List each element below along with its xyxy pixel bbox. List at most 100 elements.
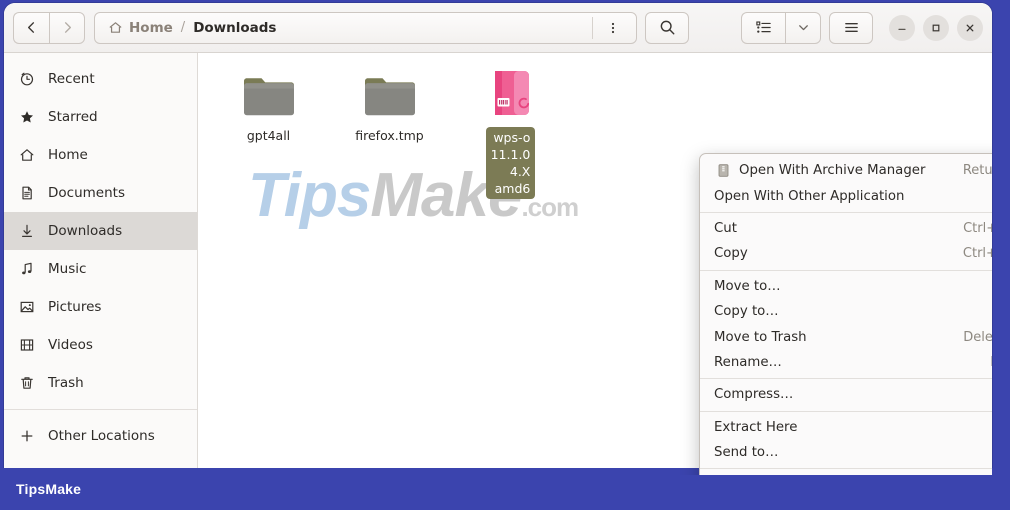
archive-icon bbox=[714, 163, 732, 178]
menu-separator bbox=[700, 269, 992, 271]
menu-separator bbox=[700, 410, 992, 412]
menu-item-send-to[interactable]: Send to… bbox=[700, 440, 992, 465]
sidebar-divider bbox=[4, 409, 197, 410]
maximize-button[interactable] bbox=[923, 14, 949, 41]
chevron-down-icon bbox=[798, 25, 808, 31]
file-item-selected[interactable]: wps-o 11.1.0 4.X amd6 bbox=[450, 61, 571, 199]
menu-item-compress[interactable]: Compress… bbox=[700, 382, 992, 407]
menu-item-copy[interactable]: Copy Ctrl+C bbox=[700, 241, 992, 266]
menu-item-label: Copy to… bbox=[714, 304, 779, 320]
sidebar-item-pictures[interactable]: Pictures bbox=[4, 288, 197, 326]
menu-item-rename[interactable]: Rename… F2 bbox=[700, 350, 992, 375]
sidebar-item-downloads[interactable]: Downloads bbox=[4, 212, 197, 250]
hamburger-menu-icon bbox=[844, 23, 858, 32]
minimize-icon bbox=[898, 28, 906, 30]
menu-item-copy-to[interactable]: Copy to… bbox=[700, 299, 992, 324]
file-item[interactable]: firefox.tmp bbox=[329, 61, 450, 199]
breadcrumb-current-label: Downloads bbox=[193, 19, 277, 36]
chevron-right-icon bbox=[64, 22, 71, 33]
menu-item-open-with-other-application[interactable]: Open With Other Application bbox=[700, 183, 992, 208]
sidebar-item-recent[interactable]: Recent bbox=[4, 60, 197, 98]
menu-item-label: Move to Trash bbox=[714, 329, 807, 345]
path-options-button[interactable] bbox=[596, 13, 630, 43]
sidebar-item-videos[interactable]: Videos bbox=[4, 326, 197, 364]
menu-item-accelerator: Delete bbox=[963, 329, 992, 345]
close-button[interactable] bbox=[957, 14, 983, 41]
context-menu: Open With Archive Manager Return Open Wi… bbox=[699, 153, 992, 475]
star-icon bbox=[18, 109, 35, 126]
navigation-button-group bbox=[13, 11, 85, 44]
file-name-label: gpt4all bbox=[246, 128, 291, 143]
view-mode-button-group bbox=[741, 11, 821, 44]
sidebar: Recent Starred Home Documents Downloads … bbox=[4, 53, 198, 475]
sidebar-item-label: Documents bbox=[48, 185, 125, 201]
menu-item-label: Cut bbox=[714, 220, 737, 236]
breadcrumb-item-home[interactable]: Home bbox=[101, 13, 180, 43]
menu-item-open-with-archive-manager[interactable]: Open With Archive Manager Return bbox=[700, 158, 992, 183]
menu-item-star[interactable]: Star bbox=[700, 472, 992, 475]
menu-item-label: Open With Other Application bbox=[714, 188, 905, 204]
menu-item-move-to[interactable]: Move to… bbox=[700, 274, 992, 299]
vertical-dots-icon bbox=[611, 22, 615, 33]
menu-item-extract-here[interactable]: Extract Here bbox=[700, 415, 992, 440]
desktop-backdrop: Home / Downloads Recent Starred Home Doc… bbox=[0, 0, 1010, 510]
home-icon bbox=[109, 22, 122, 33]
breadcrumb-home-label: Home bbox=[129, 19, 173, 36]
back-button[interactable] bbox=[13, 11, 49, 44]
menu-item-accelerator: F2 bbox=[990, 355, 992, 370]
menu-item-label: Open With Archive Manager bbox=[739, 163, 926, 179]
sidebar-item-label: Recent bbox=[48, 71, 95, 87]
sidebar-item-other-locations[interactable]: Other Locations bbox=[4, 417, 197, 455]
menu-item-label: Send to… bbox=[714, 445, 779, 461]
trash-icon bbox=[18, 375, 35, 392]
list-view-button[interactable] bbox=[741, 11, 785, 44]
file-item[interactable]: gpt4all bbox=[208, 61, 329, 199]
sidebar-item-music[interactable]: Music bbox=[4, 250, 197, 288]
brand-label: TipsMake bbox=[16, 481, 82, 497]
search-button[interactable] bbox=[645, 11, 689, 44]
file-grid-area[interactable]: TipsMake.com gpt4all firefox.tmp wps-o 1… bbox=[198, 53, 992, 475]
maximize-icon bbox=[932, 24, 940, 31]
close-icon bbox=[966, 24, 974, 31]
list-view-icon bbox=[756, 21, 771, 33]
home-icon bbox=[18, 147, 35, 164]
menu-item-label: Extract Here bbox=[714, 419, 798, 435]
sidebar-item-label: Music bbox=[48, 261, 87, 277]
folder-icon bbox=[362, 65, 418, 119]
music-note-icon bbox=[18, 261, 35, 278]
menu-item-cut[interactable]: Cut Ctrl+X bbox=[700, 216, 992, 241]
plus-icon bbox=[18, 428, 35, 445]
menu-item-accelerator: Ctrl+X bbox=[963, 220, 992, 236]
sidebar-item-label: Trash bbox=[48, 375, 84, 391]
download-icon bbox=[18, 223, 35, 240]
menu-separator bbox=[700, 211, 992, 213]
main-menu-button[interactable] bbox=[829, 11, 873, 44]
sidebar-item-documents[interactable]: Documents bbox=[4, 174, 197, 212]
menu-item-accelerator: Return bbox=[962, 163, 992, 179]
menu-item-accelerator: Ctrl+C bbox=[962, 246, 992, 262]
sidebar-item-label: Home bbox=[48, 147, 88, 163]
file-name-label: wps-o 11.1.0 4.X amd6 bbox=[485, 127, 536, 199]
sidebar-item-starred[interactable]: Starred bbox=[4, 98, 197, 136]
minimize-button[interactable] bbox=[889, 14, 915, 41]
icon-grid: gpt4all firefox.tmp wps-o 11.1.0 4.X amd… bbox=[198, 53, 571, 199]
sidebar-item-label: Videos bbox=[48, 337, 93, 353]
file-manager-window: Home / Downloads Recent Starred Home Doc… bbox=[4, 3, 992, 475]
sidebar-item-label: Starred bbox=[48, 109, 98, 125]
search-icon bbox=[660, 20, 674, 35]
menu-separator bbox=[700, 468, 992, 470]
menu-item-move-to-trash[interactable]: Move to Trash Delete bbox=[700, 324, 992, 349]
sidebar-item-trash[interactable]: Trash bbox=[4, 364, 197, 402]
window-body: Recent Starred Home Documents Downloads … bbox=[4, 53, 992, 475]
clock-icon bbox=[18, 71, 35, 88]
menu-separator bbox=[700, 378, 992, 380]
view-options-dropdown-button[interactable] bbox=[785, 11, 821, 44]
image-icon bbox=[18, 299, 35, 316]
menu-item-label: Copy bbox=[714, 246, 748, 262]
file-name-label: firefox.tmp bbox=[355, 128, 424, 143]
window-controls bbox=[889, 14, 983, 41]
sidebar-item-home[interactable]: Home bbox=[4, 136, 197, 174]
breadcrumb-item-current[interactable]: Downloads bbox=[186, 13, 283, 43]
forward-button[interactable] bbox=[49, 11, 85, 44]
document-icon bbox=[18, 185, 35, 202]
